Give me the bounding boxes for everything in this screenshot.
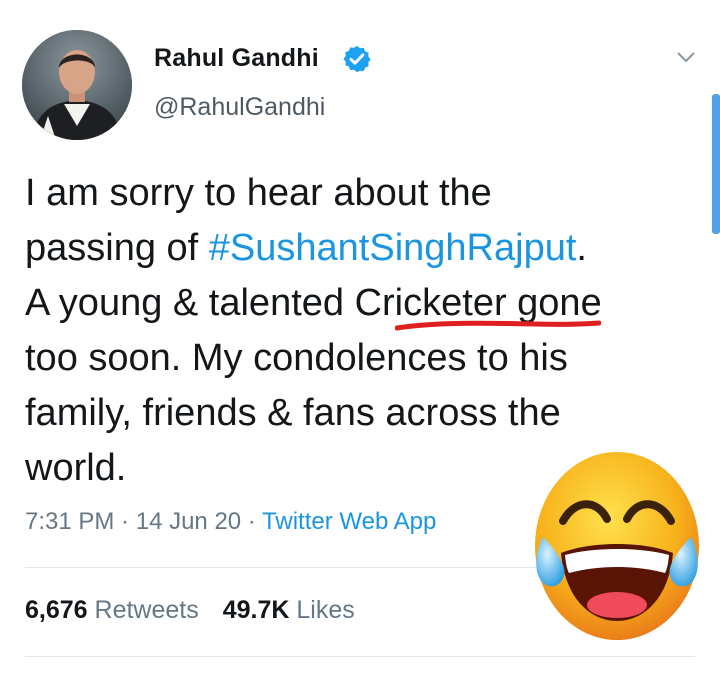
separator: · bbox=[241, 508, 263, 535]
tweet-stats: 6,676 Retweets 49.7K Likes bbox=[25, 596, 355, 625]
likes-stat[interactable]: 49.7K Likes bbox=[223, 596, 355, 624]
tweet-text: I am sorry to hear about the passing of … bbox=[25, 166, 705, 496]
avatar-photo bbox=[22, 30, 132, 140]
retweets-label: Retweets bbox=[94, 596, 199, 624]
red-underline-annotation bbox=[395, 320, 601, 331]
tweet-line: family, friends & fans across the bbox=[25, 392, 561, 434]
tweet-line: passing of #SushantSinghRajput. bbox=[25, 221, 705, 276]
separator: · bbox=[114, 508, 136, 535]
tweet-time[interactable]: 7:31 PM bbox=[25, 508, 114, 535]
tweet-text-segment: passing of bbox=[25, 227, 209, 269]
tweet-line: I am sorry to hear about the bbox=[25, 172, 492, 214]
tweet-line: A young & talented Cricketer gone bbox=[25, 282, 602, 324]
chevron-down-icon[interactable] bbox=[676, 50, 696, 64]
profile-avatar[interactable] bbox=[22, 30, 132, 140]
user-handle[interactable]: @RahulGandhi bbox=[154, 93, 325, 122]
hashtag-link[interactable]: #SushantSinghRajput bbox=[209, 227, 577, 269]
retweets-stat[interactable]: 6,676 Retweets bbox=[25, 596, 199, 624]
tweet-line: too soon. My condolences to his bbox=[25, 337, 568, 379]
scrollbar[interactable] bbox=[712, 94, 720, 234]
likes-count: 49.7K bbox=[222, 596, 290, 624]
retweets-count: 6,676 bbox=[25, 596, 88, 624]
tweet-date[interactable]: 14 Jun 20 bbox=[136, 508, 241, 535]
tweet-source-link[interactable]: Twitter Web App bbox=[262, 508, 436, 535]
verified-badge-icon bbox=[343, 45, 371, 73]
tweet-text-segment: . bbox=[576, 227, 587, 269]
tweet-metadata: 7:31 PM · 14 Jun 20 · Twitter Web App bbox=[25, 508, 436, 536]
divider bbox=[25, 656, 695, 657]
display-name[interactable]: Rahul Gandhi bbox=[154, 44, 319, 73]
likes-label: Likes bbox=[296, 596, 355, 624]
tears-of-joy-emoji bbox=[535, 452, 699, 640]
